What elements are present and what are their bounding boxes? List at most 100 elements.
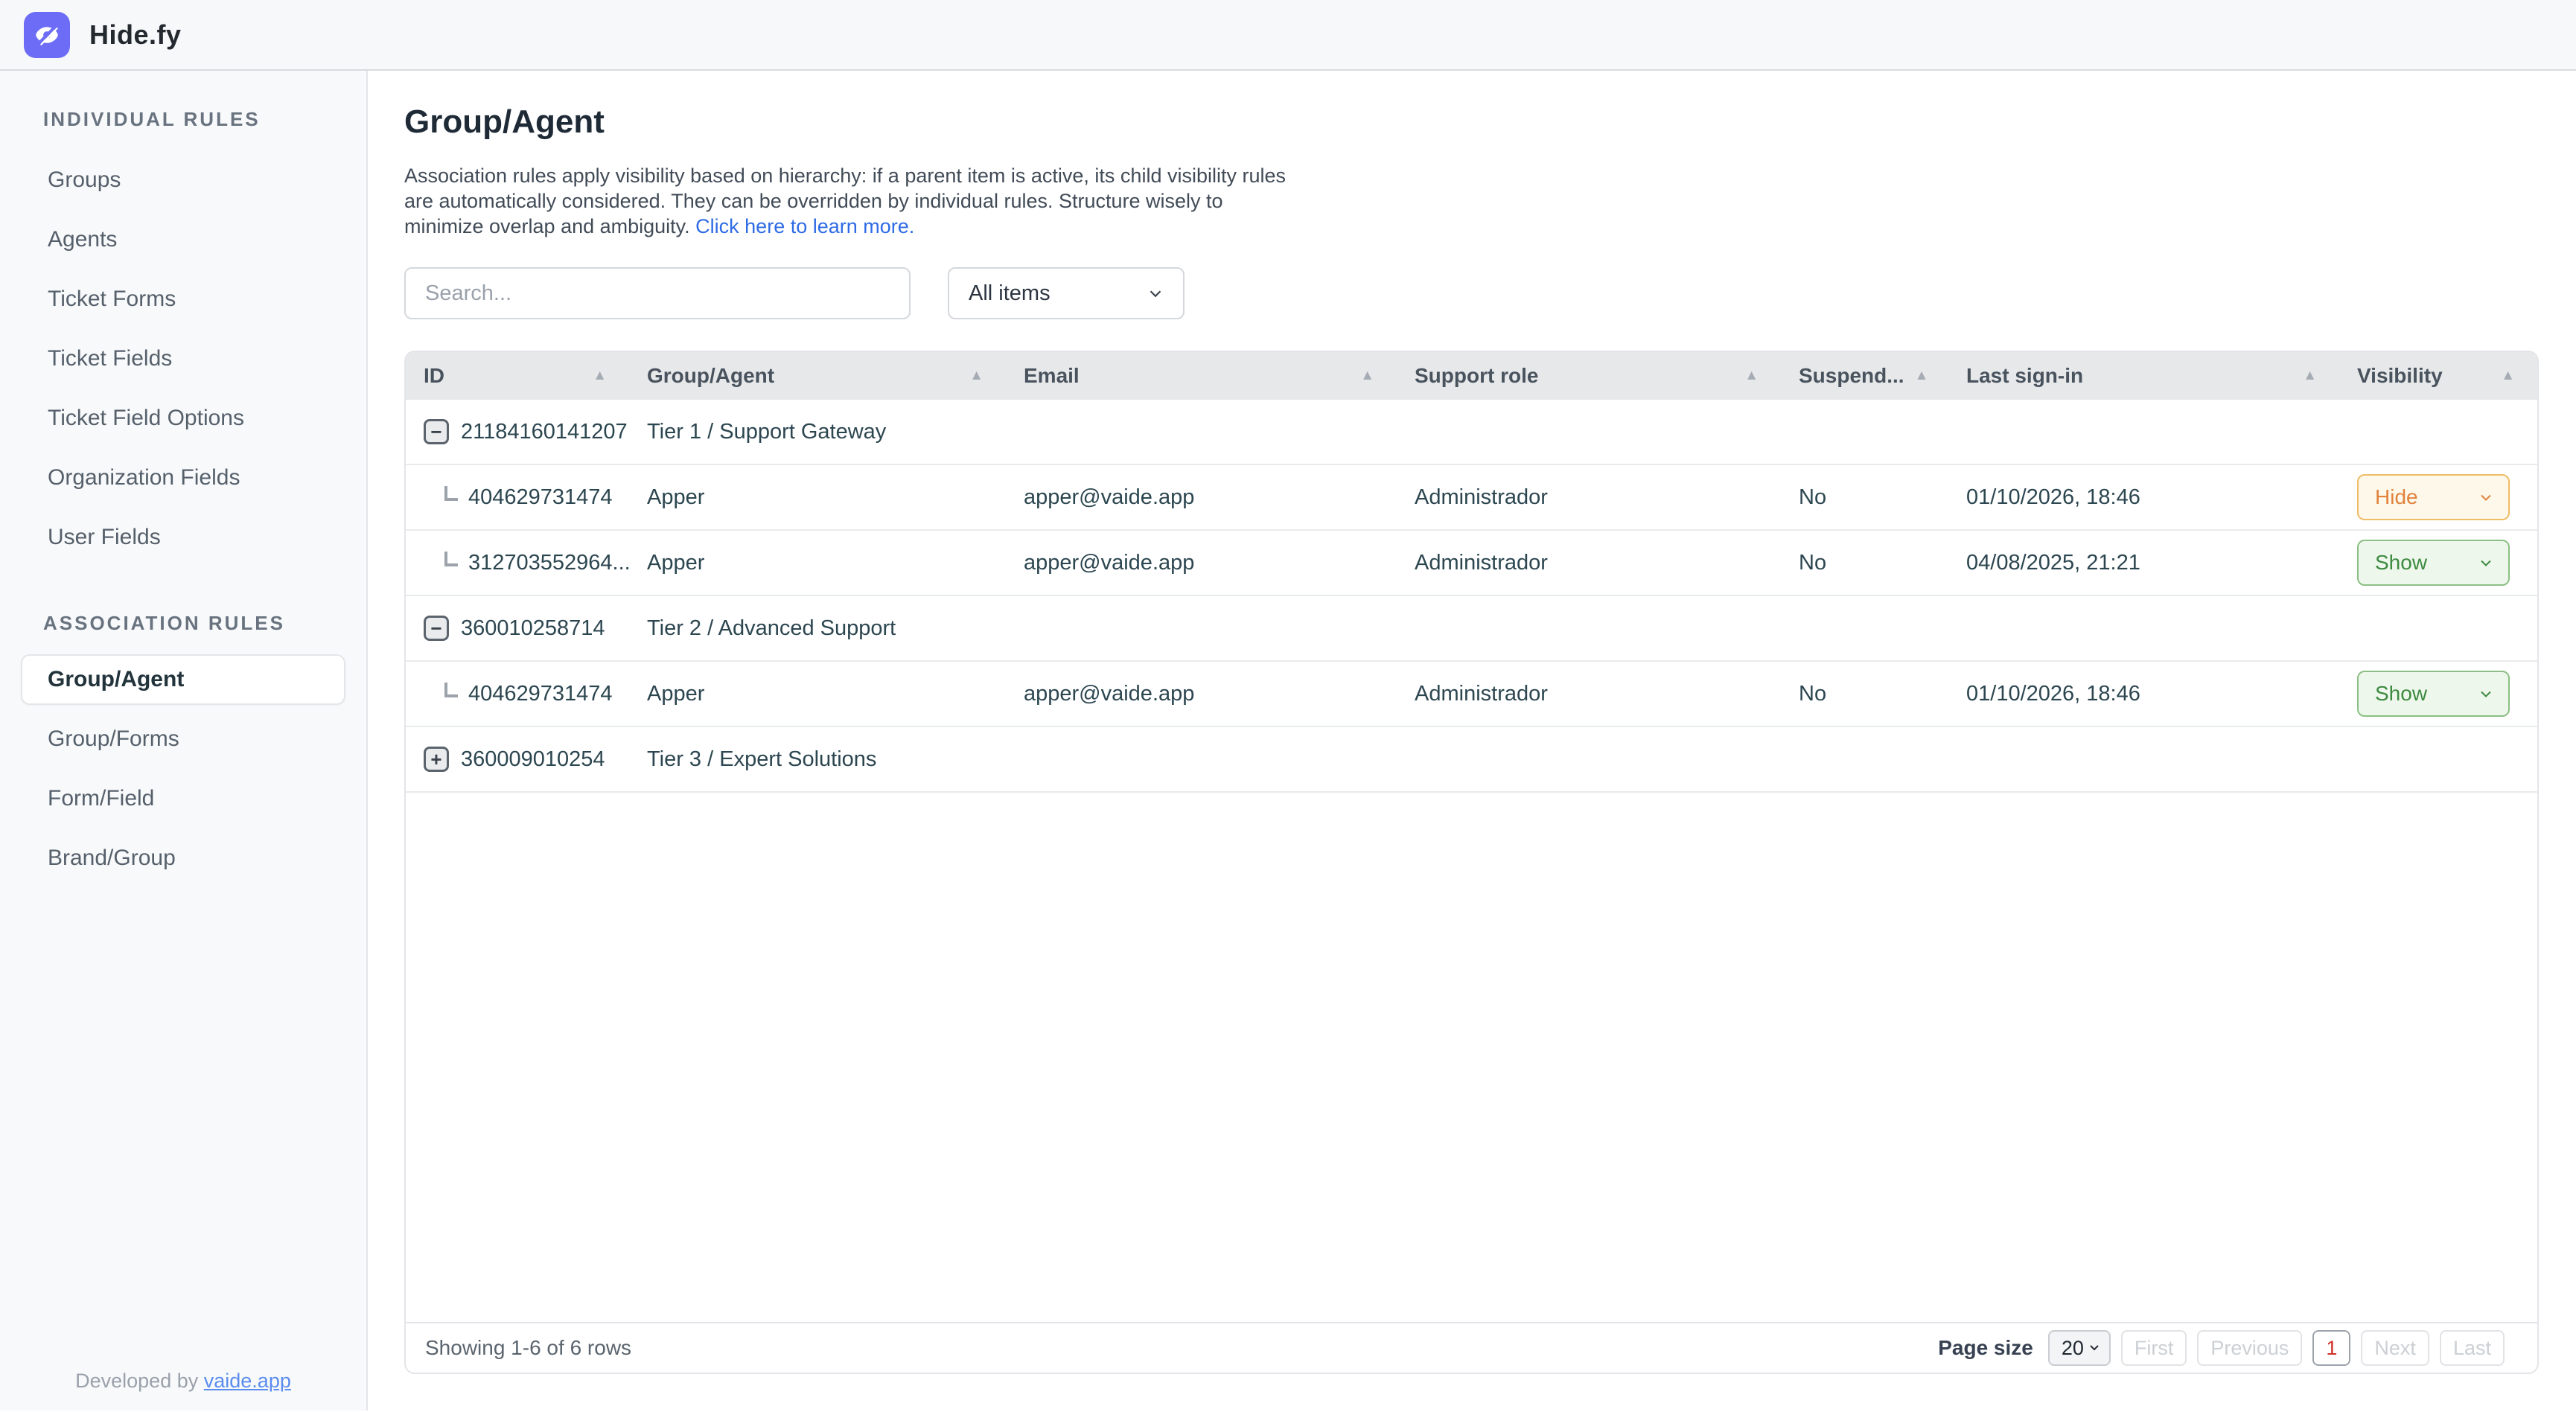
first-page-button[interactable]: First	[2121, 1330, 2187, 1366]
sidebar-section-title: INDIVIDUAL RULES	[0, 108, 366, 131]
column-header-email[interactable]: Email ▲	[1006, 352, 1397, 400]
sidebar: INDIVIDUAL RULES GroupsAgentsTicket Forms…	[0, 71, 368, 1411]
tree-connector-icon	[444, 683, 458, 697]
sidebar-section: ASSOCIATION RULES Group/AgentGroup/FormsF…	[0, 612, 366, 888]
id-value: 360010258714	[461, 616, 605, 641]
cell-group-agent: Apper	[629, 682, 1006, 706]
cell-last-sign-in: 04/08/2025, 21:21	[1948, 551, 2339, 575]
app-logo[interactable]	[24, 12, 70, 58]
column-label: ID	[424, 364, 444, 388]
visibility-select[interactable]: Show	[2357, 540, 2510, 586]
table-row-agent: 312703552964...Apperapper@vaide.appAdmin…	[406, 531, 2537, 596]
table-row-group: +360009010254Tier 3 / Expert Solutions	[406, 727, 2537, 793]
next-page-button[interactable]: Next	[2361, 1330, 2429, 1366]
sidebar-item-groups[interactable]: Groups	[0, 150, 366, 210]
eye-off-icon	[33, 21, 61, 49]
sort-icon: ▲	[1360, 368, 1374, 384]
sidebar-item-group-forms[interactable]: Group/Forms	[0, 709, 366, 769]
cell-support-role: Administrador	[1397, 551, 1781, 575]
column-header-visibility[interactable]: Visibility ▲	[2339, 352, 2537, 400]
learn-more-link[interactable]: Click here to learn more.	[695, 215, 914, 237]
sort-icon: ▲	[2303, 368, 2317, 384]
cell-id: 312703552964...	[406, 551, 629, 575]
cell-visibility: Show	[2339, 540, 2537, 586]
table-row-agent: 404629731474Apperapper@vaide.appAdminist…	[406, 465, 2537, 531]
cell-support-role: Administrador	[1397, 485, 1781, 510]
sidebar-item-ticket-forms[interactable]: Ticket Forms	[0, 269, 366, 329]
sidebar-section-title: ASSOCIATION RULES	[0, 612, 366, 635]
main-content: Group/Agent Association rules apply visi…	[368, 71, 2576, 1411]
sort-icon: ▲	[1915, 368, 1929, 384]
cell-id: +360009010254	[406, 747, 629, 772]
column-header-group-agent[interactable]: Group/Agent ▲	[629, 352, 1006, 400]
current-page-button[interactable]: 1	[2312, 1330, 2350, 1366]
table-card: ID▲Group/Agent▲Email▲Support role▲Suspen…	[404, 351, 2539, 1374]
table-header-row: ID▲Group/Agent▲Email▲Support role▲Suspen…	[406, 352, 2537, 400]
column-header-last-sign-in[interactable]: Last sign-in▲	[1948, 352, 2339, 400]
sidebar-item-group-agent[interactable]: Group/Agent	[21, 654, 345, 705]
tree-connector-icon	[444, 552, 458, 566]
cell-email: apper@vaide.app	[1006, 485, 1397, 510]
collapse-icon[interactable]: −	[424, 616, 449, 641]
visibility-select[interactable]: Hide	[2357, 474, 2510, 520]
sidebar-item-organization-fields[interactable]: Organization Fields	[0, 448, 366, 508]
chevron-down-icon	[2087, 1337, 2102, 1360]
cell-suspended: No	[1781, 485, 1948, 510]
sort-icon: ▲	[1744, 368, 1759, 384]
cell-last-sign-in: 01/10/2026, 18:46	[1948, 682, 2339, 706]
developed-by-text: Developed by	[75, 1370, 204, 1392]
column-label: Visibility	[2357, 364, 2443, 388]
cell-suspended: No	[1781, 682, 1948, 706]
column-header-support-role[interactable]: Support role▲	[1397, 352, 1781, 400]
sidebar-item-agents[interactable]: Agents	[0, 210, 366, 269]
last-page-button[interactable]: Last	[2440, 1330, 2505, 1366]
sort-icon: ▲	[969, 368, 983, 384]
table-row-group: −360010258714Tier 2 / Advanced Support	[406, 596, 2537, 662]
table-footer: Showing 1-6 of 6 rows Page size 20 First…	[406, 1322, 2537, 1373]
visibility-value: Show	[2375, 682, 2427, 706]
sort-icon: ▲	[593, 368, 607, 384]
sort-icon: ▲	[2501, 368, 2515, 384]
id-value: 312703552964...	[468, 551, 629, 575]
cell-email: apper@vaide.app	[1006, 682, 1397, 706]
column-header-suspend[interactable]: Suspend... ▲	[1781, 352, 1948, 400]
page-size-value: 20	[2062, 1337, 2084, 1360]
sidebar-item-brand-group[interactable]: Brand/Group	[0, 828, 366, 888]
sidebar-item-ticket-fields[interactable]: Ticket Fields	[0, 329, 366, 389]
column-label: Email	[1024, 364, 1080, 388]
pagination: Page size 20 First Previous 1 Next Last	[1938, 1330, 2505, 1366]
table-empty-area	[406, 793, 2537, 1322]
cell-id: −21184160141207	[406, 419, 629, 444]
sidebar-section: INDIVIDUAL RULES GroupsAgentsTicket Forms…	[0, 108, 366, 567]
sidebar-footer: Developed by vaide.app	[0, 1370, 366, 1393]
visibility-value: Show	[2375, 551, 2427, 575]
chevron-down-icon	[2477, 488, 2495, 506]
chevron-down-icon	[1146, 284, 1165, 303]
search-input[interactable]	[404, 267, 911, 319]
table-controls: All items	[404, 267, 2540, 319]
collapse-icon[interactable]: −	[424, 419, 449, 444]
cell-visibility: Hide	[2339, 474, 2537, 520]
filter-select-value: All items	[969, 281, 1051, 306]
cell-group-agent: Apper	[629, 485, 1006, 510]
previous-page-button[interactable]: Previous	[2197, 1330, 2302, 1366]
column-label: Suspend...	[1799, 364, 1904, 388]
visibility-select[interactable]: Show	[2357, 671, 2510, 717]
chevron-down-icon	[2477, 685, 2495, 703]
cell-visibility: Show	[2339, 671, 2537, 717]
table-row-group: −21184160141207Tier 1 / Support Gateway	[406, 400, 2537, 465]
page-size-select[interactable]: 20	[2048, 1330, 2111, 1366]
column-header-id[interactable]: ID ▲	[406, 352, 629, 400]
sidebar-item-form-field[interactable]: Form/Field	[0, 769, 366, 828]
expand-icon[interactable]: +	[424, 747, 449, 772]
vaide-app-link[interactable]: vaide.app	[204, 1370, 291, 1392]
page-size-label: Page size	[1938, 1336, 2033, 1360]
column-label: Group/Agent	[647, 364, 774, 388]
visibility-value: Hide	[2375, 485, 2418, 509]
tree-connector-icon	[444, 486, 458, 501]
cell-suspended: No	[1781, 551, 1948, 575]
cell-group-agent: Tier 3 / Expert Solutions	[629, 747, 1006, 772]
sidebar-item-ticket-field-options[interactable]: Ticket Field Options	[0, 389, 366, 448]
filter-select[interactable]: All items	[948, 267, 1185, 319]
sidebar-item-user-fields[interactable]: User Fields	[0, 508, 366, 567]
